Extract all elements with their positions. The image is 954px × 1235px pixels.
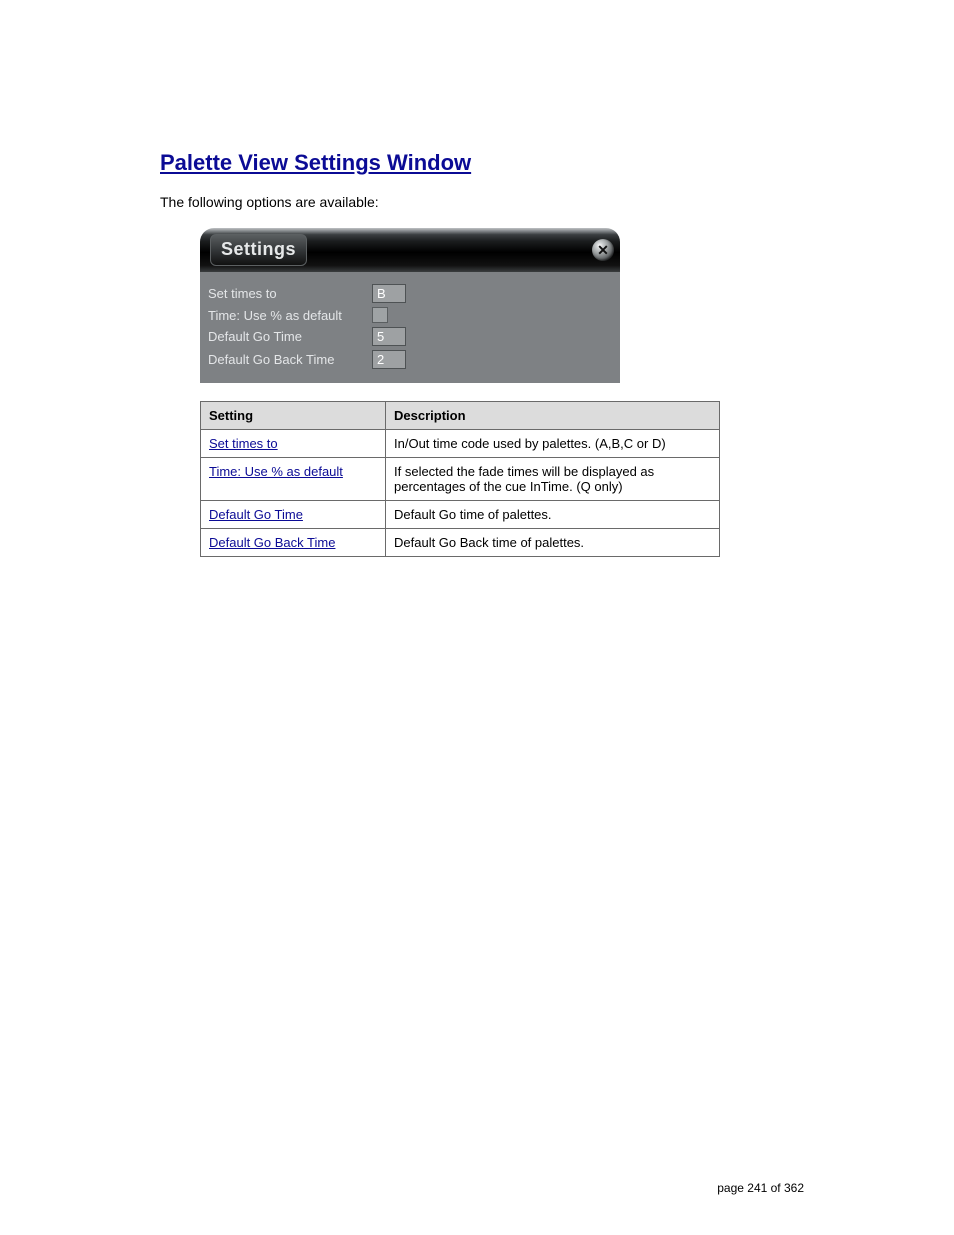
input-default-go-time[interactable] xyxy=(372,327,406,346)
desc-default-go-time: Default Go time of palettes. xyxy=(386,501,720,529)
label-default-go-time: Default Go Time xyxy=(208,329,372,344)
table-row: Time: Use % as default If selected the f… xyxy=(201,458,720,501)
settings-description-table: Setting Description Set times to In/Out … xyxy=(200,401,720,557)
window-titlebar: Settings ✕ xyxy=(200,228,620,272)
section-title-link[interactable]: Palette View Settings Window xyxy=(160,150,471,176)
settings-window-screenshot: Settings ✕ Set times to Time: Use % as d… xyxy=(200,228,620,383)
settings-tab[interactable]: Settings xyxy=(210,234,307,266)
row-default-go-time: Default Go Time xyxy=(208,327,612,346)
checkbox-time-percent-default[interactable] xyxy=(372,307,388,323)
header-description: Description xyxy=(386,402,720,430)
link-default-go-time[interactable]: Default Go Time xyxy=(209,507,303,522)
link-set-times-to[interactable]: Set times to xyxy=(209,436,278,451)
label-set-times-to: Set times to xyxy=(208,286,372,301)
document-page: Palette View Settings Window The followi… xyxy=(0,0,954,1235)
link-default-go-back-time[interactable]: Default Go Back Time xyxy=(209,535,335,550)
page-footer: page 241 of 362 xyxy=(717,1181,804,1195)
link-time-percent-default[interactable]: Time: Use % as default xyxy=(209,464,343,479)
row-set-times-to: Set times to xyxy=(208,284,612,303)
table-header-row: Setting Description xyxy=(201,402,720,430)
desc-time-percent-default: If selected the fade times will be displ… xyxy=(386,458,720,501)
intro-text: The following options are available: xyxy=(160,194,804,210)
header-setting: Setting xyxy=(201,402,386,430)
close-icon[interactable]: ✕ xyxy=(592,239,614,261)
label-time-percent-default: Time: Use % as default xyxy=(208,308,372,323)
table-row: Default Go Time Default Go time of palet… xyxy=(201,501,720,529)
window-body: Set times to Time: Use % as default Defa… xyxy=(200,272,620,383)
table-row: Set times to In/Out time code used by pa… xyxy=(201,430,720,458)
input-default-go-back-time[interactable] xyxy=(372,350,406,369)
input-set-times-to[interactable] xyxy=(372,284,406,303)
row-time-percent-default: Time: Use % as default xyxy=(208,307,612,323)
label-default-go-back-time: Default Go Back Time xyxy=(208,352,372,367)
table-row: Default Go Back Time Default Go Back tim… xyxy=(201,529,720,557)
row-default-go-back-time: Default Go Back Time xyxy=(208,350,612,369)
desc-default-go-back-time: Default Go Back time of palettes. xyxy=(386,529,720,557)
desc-set-times-to: In/Out time code used by palettes. (A,B,… xyxy=(386,430,720,458)
